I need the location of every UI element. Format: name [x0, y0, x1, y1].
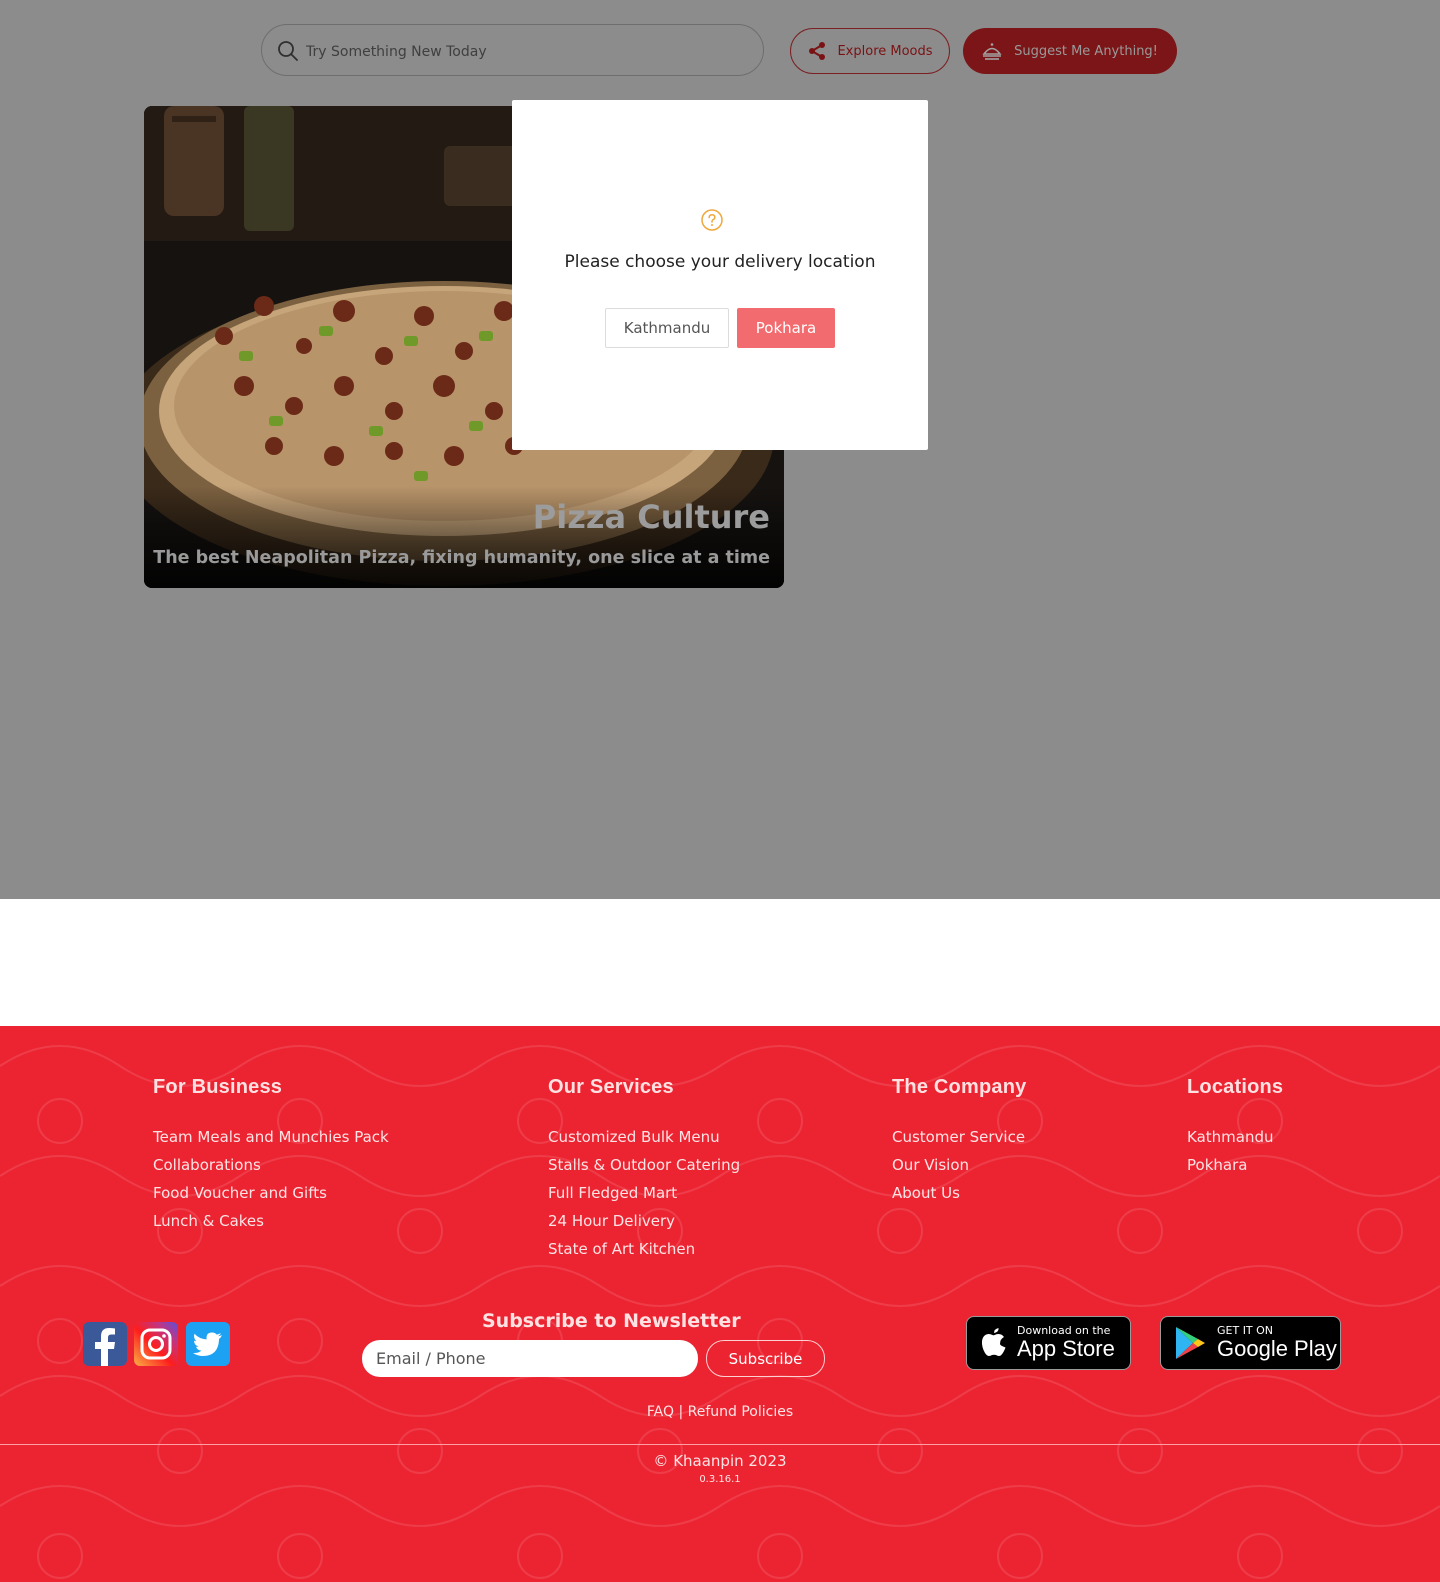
footer-divider — [0, 1444, 1440, 1445]
instagram-icon[interactable] — [134, 1322, 178, 1366]
footer-col-company: The Company Customer Service Our Vision … — [892, 1076, 1026, 1207]
explore-moods-button[interactable]: Explore Moods — [790, 28, 950, 74]
footer-link[interactable]: About Us — [892, 1179, 1026, 1207]
footer-col-title: The Company — [892, 1076, 1027, 1098]
search-icon — [278, 41, 298, 61]
hero-subtitle: The best Neapolitan Pizza, fixing humani… — [153, 548, 770, 568]
explore-moods-label: Explore Moods — [837, 43, 933, 59]
copyright-text: © Khaanpin 2023 — [653, 1452, 787, 1470]
newsletter-email-input[interactable] — [362, 1340, 698, 1377]
footer-col-title: For Business — [153, 1076, 283, 1098]
footer-link[interactable]: Lunch & Cakes — [153, 1207, 389, 1235]
share-icon — [809, 42, 826, 60]
app-store-large-text: App Store — [1017, 1336, 1115, 1361]
footer-col-title: Our Services — [548, 1076, 674, 1098]
google-play-large-text: Google Play — [1217, 1336, 1337, 1361]
footer: For Business Team Meals and Munchies Pac… — [0, 1026, 1440, 1582]
footer-link[interactable]: Full Fledged Mart — [548, 1179, 740, 1207]
question-circle-icon — [701, 209, 723, 231]
footer-link[interactable]: Pokhara — [1187, 1151, 1283, 1179]
twitter-icon[interactable] — [186, 1322, 230, 1366]
facebook-icon[interactable] — [83, 1322, 127, 1366]
faq-link[interactable]: FAQ — [647, 1404, 674, 1420]
footer-col-business: For Business Team Meals and Munchies Pac… — [153, 1076, 389, 1235]
links-separator: | — [678, 1404, 684, 1420]
footer-col-services: Our Services Customized Bulk Menu Stalls… — [548, 1076, 740, 1263]
footer-col-locations: Locations Kathmandu Pokhara — [1187, 1076, 1283, 1179]
footer-link[interactable]: Customized Bulk Menu — [548, 1123, 740, 1151]
app-store-badge[interactable]: Download on the App Store — [966, 1316, 1131, 1370]
search-bar[interactable] — [261, 24, 764, 76]
footer-link[interactable]: Our Vision — [892, 1151, 1026, 1179]
footer-link[interactable]: Collaborations — [153, 1151, 389, 1179]
policy-links: FAQ | Refund Policies — [0, 1404, 1440, 1420]
footer-col-title: Locations — [1187, 1076, 1284, 1098]
version-text: 0.3.16.1 — [699, 1474, 741, 1485]
food-cloche-icon — [982, 43, 1002, 60]
modal-message: Please choose your delivery location — [564, 252, 876, 272]
footer-link[interactable]: State of Art Kitchen — [548, 1235, 740, 1263]
location-pokhara-button[interactable]: Pokhara — [737, 308, 835, 348]
google-play-icon — [1176, 1327, 1205, 1359]
footer-link[interactable]: 24 Hour Delivery — [548, 1207, 740, 1235]
suggest-me-anything-button[interactable]: Suggest Me Anything! — [963, 28, 1177, 74]
footer-link[interactable]: Stalls & Outdoor Catering — [548, 1151, 740, 1179]
location-kathmandu-button[interactable]: Kathmandu — [605, 308, 729, 348]
search-input[interactable] — [304, 39, 748, 65]
google-play-badge[interactable]: GET IT ON Google Play — [1160, 1316, 1341, 1370]
apple-icon — [981, 1328, 1006, 1356]
newsletter-title: Subscribe to Newsletter — [482, 1310, 741, 1332]
refund-policies-link[interactable]: Refund Policies — [688, 1404, 794, 1420]
footer-link[interactable]: Kathmandu — [1187, 1123, 1283, 1151]
delivery-location-modal: Please choose your delivery location Kat… — [512, 100, 928, 450]
footer-link[interactable]: Customer Service — [892, 1123, 1026, 1151]
subscribe-button[interactable]: Subscribe — [706, 1340, 825, 1377]
suggest-me-anything-label: Suggest Me Anything! — [1014, 43, 1158, 59]
footer-link[interactable]: Food Voucher and Gifts — [153, 1179, 389, 1207]
footer-link[interactable]: Team Meals and Munchies Pack — [153, 1123, 389, 1151]
hero-title: Pizza Culture — [532, 498, 770, 536]
